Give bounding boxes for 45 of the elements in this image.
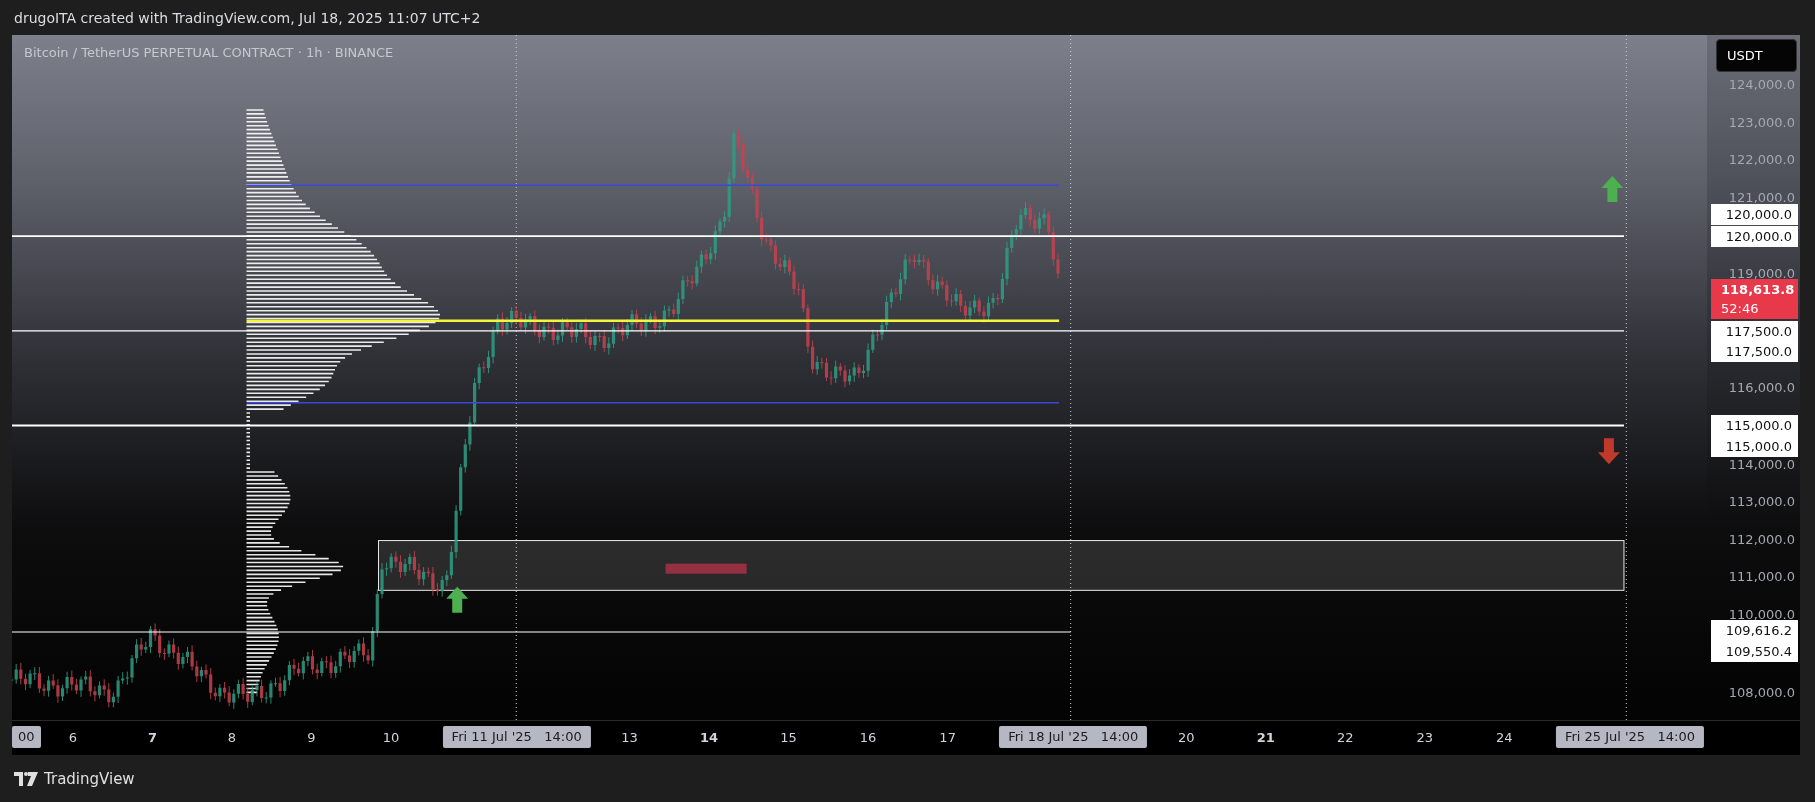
logo-icon (14, 771, 38, 786)
time-axis-label: 8 (227, 729, 237, 747)
time-axis-label: 6 (68, 729, 78, 747)
price-tick-label: 112,000.0 (1728, 530, 1795, 549)
price-line-label: 115,000.0 (1711, 436, 1798, 458)
time-axis-label: 15 (780, 729, 797, 747)
up-arrow-icon (446, 586, 469, 613)
price-line-label: 117,500.0 (1711, 341, 1798, 363)
price-tick-label: 108,000.0 (1728, 683, 1795, 702)
currency-button[interactable]: USDT (1716, 39, 1797, 72)
price-tick-label: 122,000.0 (1728, 151, 1795, 170)
time-axis-label: Fri 25 Jul '25 14:00 (1555, 726, 1704, 748)
time-axis-label: 23 (1416, 729, 1434, 747)
price-line-label: 117,500.0 (1711, 320, 1798, 342)
up-arrow-icon (1601, 175, 1624, 202)
down-arrow-icon (1597, 438, 1620, 465)
logo-text: TradingView (44, 769, 135, 788)
time-axis-label: Fri 11 Jul '25 14:00 (442, 726, 591, 748)
time-axis-label: 20 (1177, 729, 1195, 747)
time-axis-label: 10 (382, 729, 400, 747)
time-axis-label: 16 (859, 729, 877, 747)
time-axis-label: 14 (700, 729, 719, 747)
price-line-label: 120,000.0 (1711, 225, 1798, 247)
time-axis-label: 17 (939, 729, 956, 747)
header-text: drugoITA created with TradingView.com, Jul 18, 2025 11:07 UTC+2 (14, 9, 481, 26)
price-tick-label: 116,000.0 (1728, 379, 1795, 398)
price-tick-label: 113,000.0 (1728, 492, 1795, 511)
time-axis-label: 13 (621, 729, 638, 747)
price-line-label: 109,550.4 (1711, 641, 1798, 663)
last-price-label: 118,613.8 52:46 (1711, 278, 1798, 319)
time-axis-label: 00 (12, 726, 41, 748)
time-axis-label: 21 (1256, 729, 1275, 747)
time-axis-label: 24 (1496, 729, 1513, 747)
time-axis-label: 9 (307, 729, 316, 747)
price-line-label: 120,000.0 (1711, 203, 1798, 225)
chart-title: Bitcoin / TetherUS PERPETUAL CONTRACT · 1h · BINANCE (24, 45, 394, 60)
price-tick-label: 111,000.0 (1728, 567, 1795, 586)
price-line-label: 115,000.0 (1711, 415, 1798, 437)
price-line-label: 109,616.2 (1711, 620, 1798, 642)
price-tick-label: 123,000.0 (1728, 114, 1795, 133)
time-axis-label: 7 (147, 729, 157, 747)
price-tick-label: 114,000.0 (1728, 455, 1795, 474)
price-tick-label: 124,000.0 (1728, 76, 1795, 94)
time-axis-label: Fri 18 Jul '25 14:00 (999, 726, 1148, 748)
time-axis-label: 22 (1336, 729, 1354, 747)
